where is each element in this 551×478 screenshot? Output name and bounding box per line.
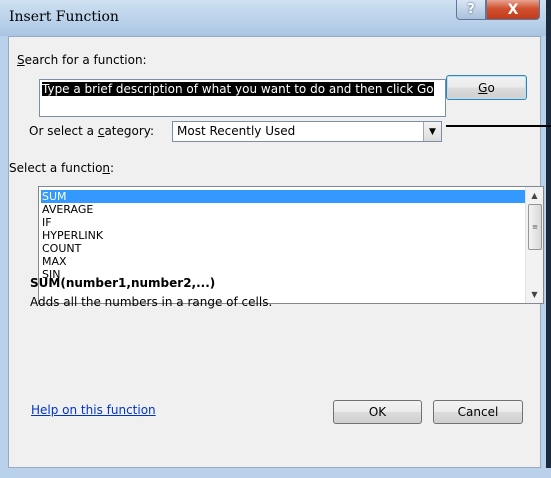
function-description: Adds all the numbers in a range of cells… xyxy=(30,295,273,309)
function-list-item[interactable]: HYPERLINK xyxy=(41,229,527,242)
scrollbar-thumb[interactable]: ≡ xyxy=(528,204,542,250)
scroll-up-arrow-icon[interactable]: ▲ xyxy=(526,187,543,204)
go-button[interactable]: Go xyxy=(446,75,527,100)
window-title: Insert Function xyxy=(9,9,119,25)
search-input[interactable]: Type a brief description of what you wan… xyxy=(39,79,446,117)
annotation-line xyxy=(446,125,551,127)
function-list-scrollbar[interactable]: ▲ ≡ ▼ xyxy=(525,187,543,303)
cancel-button[interactable]: Cancel xyxy=(433,400,523,424)
close-icon: X xyxy=(507,1,519,18)
close-button[interactable]: X xyxy=(486,0,540,20)
category-label: Or select a category: xyxy=(29,124,155,138)
function-signature: SUM(number1,number2,...) xyxy=(30,276,216,290)
scroll-down-arrow-icon[interactable]: ▼ xyxy=(526,286,543,303)
function-list-item[interactable]: COUNT xyxy=(41,242,527,255)
window-edge xyxy=(546,0,551,478)
function-list-label: Select a function: xyxy=(9,161,115,175)
ok-button[interactable]: OK xyxy=(333,400,422,424)
category-selected-value: Most Recently Used xyxy=(177,124,296,138)
question-mark-icon: ? xyxy=(467,2,475,17)
function-list-item[interactable]: IF xyxy=(41,216,527,229)
function-list-item[interactable]: AVERAGE xyxy=(41,203,527,216)
category-dropdown[interactable]: Most Recently Used ▼ xyxy=(172,121,442,142)
window-border-bottom xyxy=(0,468,551,478)
help-button[interactable]: ? xyxy=(456,0,486,20)
search-input-value: Type a brief description of what you wan… xyxy=(42,82,434,96)
search-label: Search for a function: xyxy=(17,53,147,67)
insert-function-dialog: Insert Function ? X Search for a functio… xyxy=(0,0,551,478)
function-list-item[interactable]: SUM xyxy=(41,190,527,203)
help-on-function-link[interactable]: Help on this function xyxy=(31,403,156,417)
dialog-body: Search for a function: Type a brief desc… xyxy=(8,36,551,468)
chevron-down-icon[interactable]: ▼ xyxy=(423,122,441,141)
window-border-left xyxy=(0,36,8,478)
function-list-item[interactable]: MAX xyxy=(41,255,527,268)
